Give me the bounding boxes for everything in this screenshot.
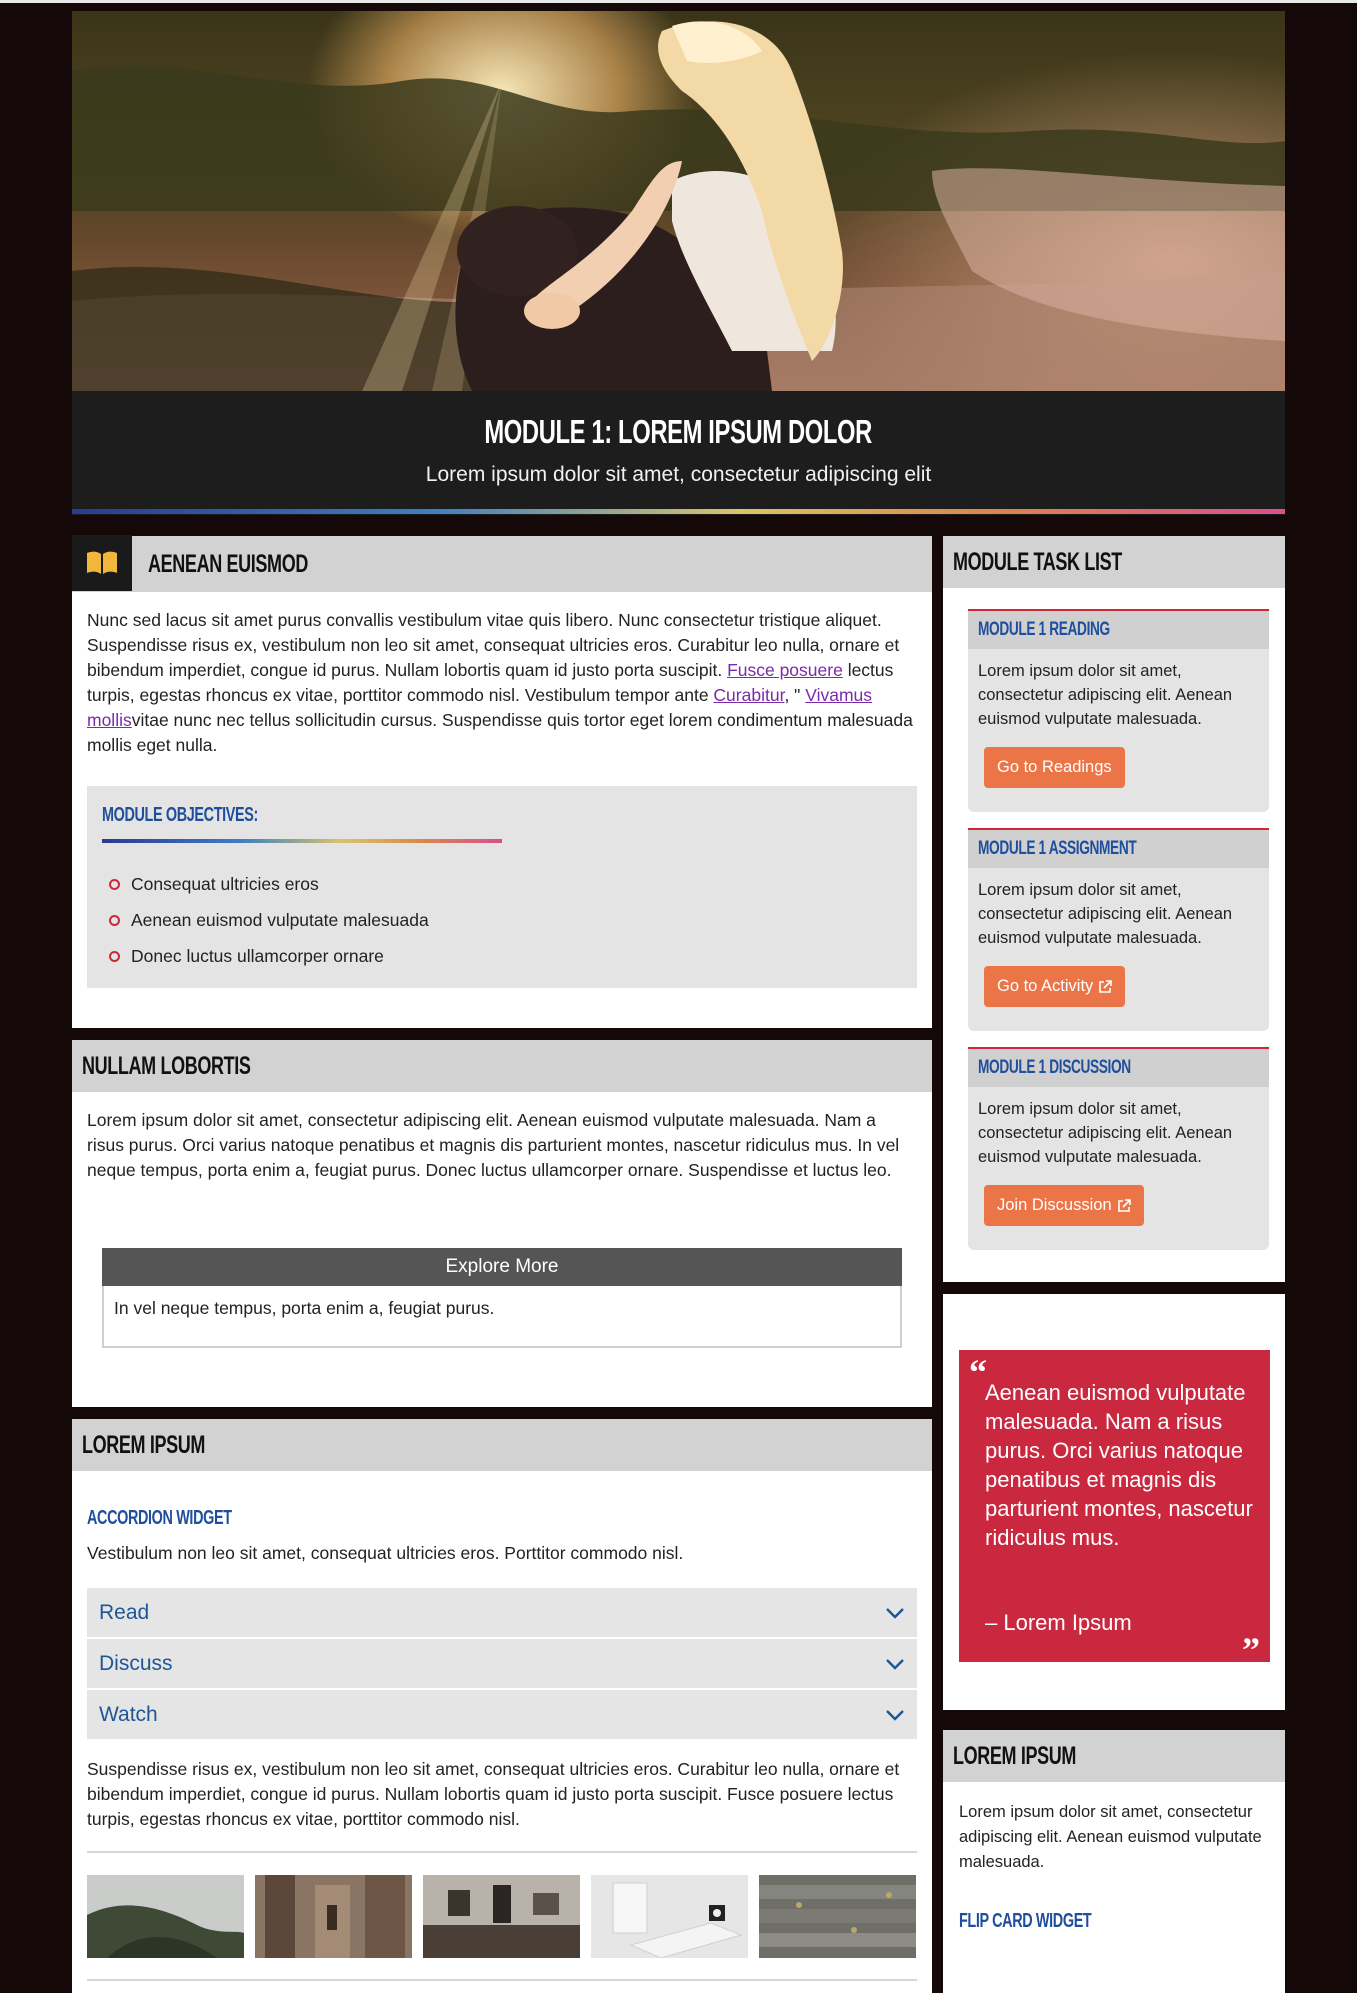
module-objectives-box: MODULE OBJECTIVES: Consequat ultricies e… [87,786,917,988]
module-task-list: MODULE TASK LIST MODULE 1 READING Lorem … [943,536,1285,1282]
hero-subtitle: Lorem ipsum dolor sit amet, consectetur … [425,463,932,486]
divider [87,1851,917,1853]
link-curabitur[interactable]: Curabitur [713,685,784,705]
accordion-item-watch[interactable]: Watch [87,1690,917,1739]
task-text: Lorem ipsum dolor sit amet, consectetur … [978,881,1233,947]
rainbow-divider [72,509,1285,514]
explore-more-title: Explore More [102,1248,902,1286]
quote-author: – Lorem Ipsum [985,1610,1132,1635]
objective-text: Aenean euismod vulputate malesuada [131,909,429,930]
section-aenean-euismod: AENEAN EUISMOD Nunc sed lacus sit amet p… [72,535,932,1028]
gallery-thumbnail-wood[interactable] [759,1875,916,1958]
chevron-down-icon [886,1709,904,1721]
task-title: MODULE 1 READING [978,619,1110,640]
bullet-icon [109,878,120,890]
section-title: LOREM IPSUM [82,1430,206,1459]
task-text: Lorem ipsum dolor sit amet, consectetur … [978,662,1233,728]
hero-banner: MODULE 1: LOREM IPSUM DOLOR Lorem ipsum … [72,11,1285,515]
divider [87,1979,917,1981]
flip-card-widget-title: FLIP CARD WIDGET [959,1910,1092,1932]
gallery-thumbnail-landscape[interactable] [87,1875,244,1958]
paragraph-text: vitae nunc nec tellus sollicitudin cursu… [87,710,913,755]
top-edge-line [0,0,1357,3]
objective-text: Consequat ultricies eros [131,873,319,894]
section-header: AENEAN EUISMOD [72,535,932,592]
go-to-readings-button[interactable]: Go to Readings [984,747,1125,788]
chevron-down-icon [886,1658,904,1670]
section-title: NULLAM LOBORTIS [82,1051,251,1080]
accordion-widget-title: ACCORDION WIDGET [87,1507,232,1529]
section-title: AENEAN EUISMOD [148,549,308,578]
go-to-activity-button[interactable]: Go to Activity [984,966,1126,1007]
task-header: MODULE 1 DISCUSSION [968,1047,1269,1087]
chevron-down-icon [886,1607,904,1619]
task-text: Lorem ipsum dolor sit amet, consectetur … [978,1100,1233,1166]
explore-more-box: Explore More In vel neque tempus, porta … [102,1248,902,1348]
gallery-thumbnail-street[interactable] [255,1875,412,1958]
page-title: MODULE 1: LOREM IPSUM DOLOR [484,413,873,450]
bullet-icon [109,950,120,962]
quote-box: “ Aenean euismod vulputate malesuada. Na… [959,1350,1270,1668]
task-header: MODULE 1 READING [968,609,1269,649]
task-card-discussion: MODULE 1 DISCUSSION Lorem ipsum dolor si… [968,1047,1269,1250]
section-title: MODULE TASK LIST [953,547,1122,576]
list-item: Donec luctus ullamcorper ornare [109,938,429,974]
section-nullam-lobortis: NULLAM LOBORTIS Lorem ipsum dolor sit am… [72,1040,932,1407]
section-title: LOREM IPSUM [953,1741,1077,1770]
section-header: LOREM IPSUM [943,1730,1285,1782]
section-paragraph: Nunc sed lacus sit amet purus convallis … [87,608,917,758]
button-label: Go to Activity [997,977,1094,995]
objectives-list: Consequat ultricies eros Aenean euismod … [109,866,429,974]
side-paragraph: Lorem ipsum dolor sit amet, consectetur … [959,1803,1262,1871]
task-title: MODULE 1 DISCUSSION [978,1057,1131,1078]
task-card-assignment: MODULE 1 ASSIGNMENT Lorem ipsum dolor si… [968,828,1269,1031]
task-header: MODULE 1 ASSIGNMENT [968,828,1269,868]
section-header: LOREM IPSUM [72,1419,932,1471]
accordion-item-read[interactable]: Read [87,1588,917,1637]
gallery-thumbnail-interior[interactable] [423,1875,580,1958]
quote-close-icon: ” [1242,1630,1260,1670]
task-card-reading: MODULE 1 READING Lorem ipsum dolor sit a… [968,609,1269,812]
section-header: MODULE TASK LIST [943,536,1285,588]
accordion-label: Read [99,1600,150,1624]
button-label: Go to Readings [997,758,1112,776]
accordion-label: Discuss [99,1651,173,1675]
gallery-thumbnail-desk[interactable] [591,1875,748,1958]
join-discussion-button[interactable]: Join Discussion [984,1185,1144,1226]
paragraph-text: , " [784,685,806,705]
explore-more-text: In vel neque tempus, porta enim a, feugi… [114,1298,495,1318]
section-paragraph: Lorem ipsum dolor sit amet, consectetur … [87,1110,900,1180]
section-header: NULLAM LOBORTIS [72,1040,932,1092]
book-icon [72,535,132,591]
accordion-intro: Vestibulum non leo sit amet, consequat u… [87,1543,684,1563]
button-label: Join Discussion [997,1196,1112,1214]
objectives-title: MODULE OBJECTIVES: [102,804,258,826]
hero-image [72,11,1285,391]
bullet-icon [109,914,120,926]
objective-text: Donec luctus ullamcorper ornare [131,945,384,966]
side-section-lorem-ipsum: LOREM IPSUM Lorem ipsum dolor sit amet, … [943,1730,1285,1993]
link-fusce-posuere[interactable]: Fusce posuere [727,660,843,680]
list-item: Aenean euismod vulputate malesuada [109,902,429,938]
objectives-underline [102,839,502,843]
accordion-item-discuss[interactable]: Discuss [87,1639,917,1688]
list-item: Consequat ultricies eros [109,866,429,902]
quote-text: Aenean euismod vulputate malesuada. Nam … [985,1380,1253,1550]
external-link-icon [1117,1198,1131,1212]
hero-caption: MODULE 1: LOREM IPSUM DOLOR Lorem ipsum … [72,391,1285,515]
external-link-icon [1099,979,1113,993]
section-paragraph: Suspendisse risus ex, vestibulum non leo… [87,1759,900,1829]
quote-panel: “ Aenean euismod vulputate malesuada. Na… [943,1294,1285,1710]
task-title: MODULE 1 ASSIGNMENT [978,838,1137,859]
accordion-label: Watch [99,1702,158,1726]
